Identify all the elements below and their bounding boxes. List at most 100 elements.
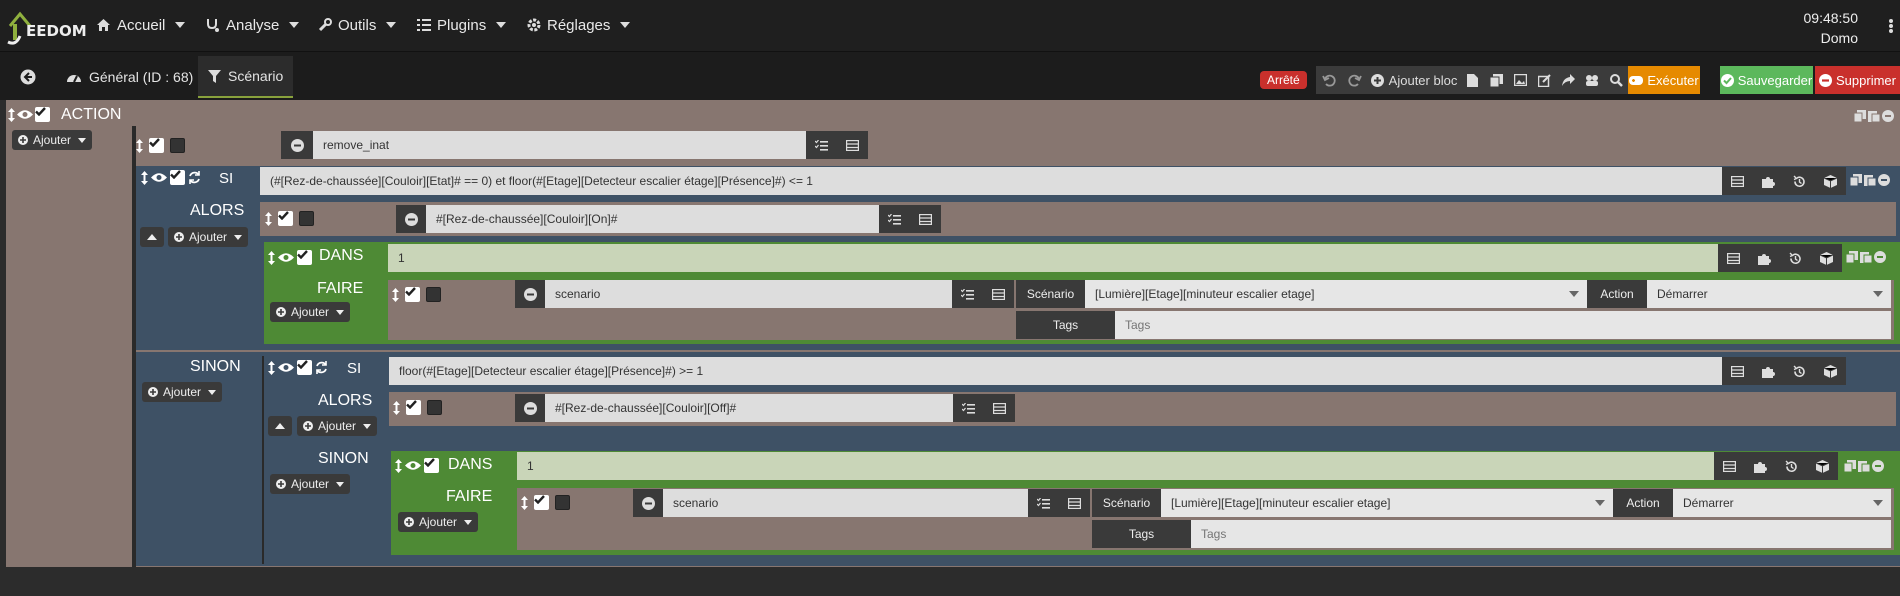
menu-accueil[interactable]: Accueil	[96, 0, 186, 50]
cmd-list-button[interactable]	[879, 205, 909, 233]
cmd-select-button[interactable]	[1058, 489, 1090, 517]
cmd-select-button[interactable]	[982, 280, 1014, 308]
eye-icon[interactable]	[405, 460, 421, 471]
cmd-select-button[interactable]	[983, 394, 1015, 422]
refresh-icon[interactable]	[315, 361, 328, 374]
menu-plugins[interactable]: Plugins	[417, 0, 507, 50]
users-button[interactable]	[1580, 66, 1604, 94]
scenario-select[interactable]: [Lumière][Etage][minuteur escalier etage…	[1085, 280, 1587, 308]
enable-checkbox[interactable]	[534, 495, 549, 510]
collapse-button[interactable]	[140, 227, 164, 247]
cmd-list-button[interactable]	[1028, 489, 1058, 517]
tags-input[interactable]	[1191, 520, 1891, 548]
dans-delay-input[interactable]: 1	[517, 452, 1714, 480]
cmd-list-button[interactable]	[806, 131, 836, 159]
select-object-button[interactable]	[1807, 452, 1838, 480]
cmd-list-button[interactable]	[952, 280, 982, 308]
parallel-checkbox[interactable]	[426, 287, 441, 302]
menu-reglages[interactable]: Réglages	[527, 0, 631, 50]
select-cmd-button[interactable]	[1722, 167, 1753, 195]
add-button[interactable]: Ajouter	[270, 474, 351, 494]
remove-cmd-button[interactable]	[396, 205, 426, 233]
tab-general[interactable]: Général (ID : 68)	[56, 56, 203, 98]
cmd-input[interactable]: scenario	[663, 489, 1028, 517]
select-object-button[interactable]	[1815, 167, 1846, 195]
redo-button[interactable]	[1342, 66, 1368, 94]
add-button[interactable]: Ajouter	[297, 416, 378, 436]
move-vertical-icon[interactable]	[8, 107, 15, 122]
move-vertical-icon[interactable]	[265, 211, 272, 226]
remove-cmd-button[interactable]	[515, 394, 545, 422]
history-button[interactable]	[1784, 357, 1815, 385]
select-plugin-button[interactable]	[1745, 452, 1776, 480]
user-name[interactable]: Domo	[1804, 28, 1858, 48]
paste-icon[interactable]	[1860, 251, 1872, 263]
cmd-input[interactable]: #[Rez-de-chaussée][Couloir][On]#	[426, 205, 879, 233]
move-vertical-icon[interactable]	[395, 458, 402, 473]
enable-checkbox[interactable]	[406, 400, 421, 415]
template-button[interactable]	[1460, 66, 1484, 94]
cmd-input[interactable]: remove_inat	[313, 131, 806, 159]
add-button[interactable]: Ajouter	[142, 382, 223, 402]
share-button[interactable]	[1556, 66, 1580, 94]
export-button[interactable]	[1508, 66, 1532, 94]
menu-analyse[interactable]: Analyse	[206, 0, 300, 50]
copy-icon[interactable]	[1846, 251, 1858, 263]
select-object-button[interactable]	[1811, 244, 1842, 272]
dans-delay-input[interactable]: 1	[388, 244, 1718, 272]
history-button[interactable]	[1784, 167, 1815, 195]
enable-checkbox[interactable]	[35, 107, 50, 122]
select-plugin-button[interactable]	[1753, 167, 1784, 195]
refresh-icon[interactable]	[188, 171, 201, 184]
action-select[interactable]: Démarrer	[1673, 489, 1891, 517]
eye-icon[interactable]	[278, 252, 294, 263]
save-button[interactable]: Sauvegarder	[1720, 66, 1813, 94]
eye-icon[interactable]	[278, 362, 294, 373]
minus-circle-icon[interactable]	[1872, 460, 1884, 472]
menu-outils[interactable]: Outils	[318, 0, 397, 50]
history-button[interactable]	[1776, 452, 1807, 480]
add-button[interactable]: Ajouter	[12, 130, 93, 150]
tab-scenario[interactable]: Scénario	[198, 56, 294, 98]
move-vertical-icon[interactable]	[141, 170, 148, 185]
enable-checkbox[interactable]	[297, 360, 312, 375]
select-cmd-button[interactable]	[1714, 452, 1745, 480]
enable-checkbox[interactable]	[297, 250, 312, 265]
eye-icon[interactable]	[17, 109, 33, 120]
add-block-button[interactable]: Ajouter bloc	[1368, 66, 1460, 94]
remove-cmd-button[interactable]	[633, 489, 663, 517]
move-vertical-icon[interactable]	[136, 138, 143, 153]
move-vertical-icon[interactable]	[268, 250, 275, 265]
history-button[interactable]	[1780, 244, 1811, 272]
move-vertical-icon[interactable]	[521, 495, 528, 510]
copy-icon[interactable]	[1850, 174, 1862, 186]
collapse-button[interactable]	[268, 416, 292, 436]
parallel-checkbox[interactable]	[427, 400, 442, 415]
select-cmd-button[interactable]	[1718, 244, 1749, 272]
enable-checkbox[interactable]	[170, 170, 185, 185]
enable-checkbox[interactable]	[424, 458, 439, 473]
minus-circle-icon[interactable]	[1878, 174, 1890, 186]
eye-icon[interactable]	[151, 172, 167, 183]
delete-button[interactable]: Supprimer	[1815, 66, 1900, 94]
edit-button[interactable]	[1532, 66, 1556, 94]
select-cmd-button[interactable]	[1722, 357, 1753, 385]
enable-checkbox[interactable]	[149, 138, 164, 153]
minus-circle-icon[interactable]	[1874, 251, 1886, 263]
cmd-input[interactable]: scenario	[545, 280, 952, 308]
enable-checkbox[interactable]	[405, 287, 420, 302]
copy-button[interactable]	[1484, 66, 1508, 94]
select-object-button[interactable]	[1815, 357, 1846, 385]
add-button[interactable]: Ajouter	[398, 512, 479, 532]
add-button[interactable]: Ajouter	[168, 227, 249, 247]
paste-icon[interactable]	[1868, 110, 1880, 122]
select-plugin-button[interactable]	[1753, 357, 1784, 385]
parallel-checkbox[interactable]	[170, 138, 185, 153]
copy-icon[interactable]	[1854, 110, 1866, 122]
cmd-select-button[interactable]	[909, 205, 941, 233]
move-vertical-icon[interactable]	[268, 360, 275, 375]
condition-input[interactable]: floor(#[Etage][Detecteur escalier étage]…	[389, 357, 1722, 385]
undo-button[interactable]	[1316, 66, 1342, 94]
more-icon[interactable]	[1886, 19, 1896, 33]
parallel-checkbox[interactable]	[299, 211, 314, 226]
